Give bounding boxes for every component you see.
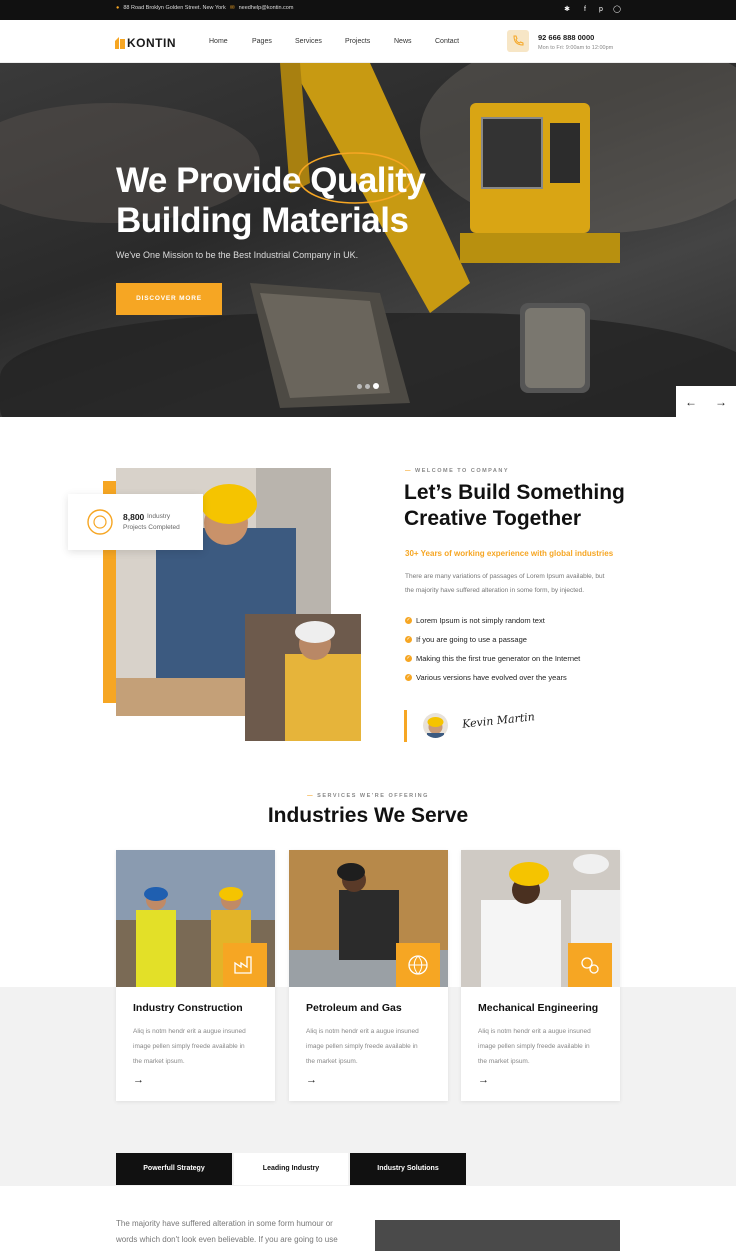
arrow-right-icon[interactable]: → [133, 1074, 144, 1086]
check-icon: ✓ [405, 655, 412, 662]
nav-link-pages[interactable]: Pages [252, 38, 272, 45]
feature-item: ✓ Lorem Ipsum is not simply random text [405, 616, 545, 625]
about-tag: — WELCOME TO COMPANY [405, 468, 510, 474]
service-card[interactable]: Industry Construction Aliq is notm hendr… [116, 850, 275, 1101]
factory-icon [223, 943, 267, 987]
services-heading: Industries We Serve [267, 804, 469, 827]
service-title[interactable]: Petroleum and Gas [306, 1002, 402, 1014]
globe-icon [396, 943, 440, 987]
nav-link-home[interactable]: Home [209, 38, 228, 45]
main-navigation: KONTIN Home Pages Services Projects News… [0, 20, 736, 63]
about-heading: Let’s Build Something Creative Together [404, 480, 625, 532]
tab-content-image [375, 1220, 620, 1251]
avatar [423, 713, 448, 738]
address-text: 88 Road Broklyn Golden Street. New York [123, 5, 226, 11]
service-description: Aliq is notm hendr erit a augue insuned i… [133, 1028, 246, 1065]
check-icon: ✓ [405, 617, 412, 624]
slider-dot-3-active[interactable] [373, 383, 379, 389]
signature-bar [404, 710, 407, 742]
top-bar: ● 88 Road Broklyn Golden Street. New Yor… [0, 0, 736, 20]
service-card[interactable]: Petroleum and Gas Aliq is notm hendr eri… [289, 850, 448, 1101]
logo-text: KONTIN [127, 36, 176, 50]
nav-link-news[interactable]: News [394, 38, 412, 45]
arrow-right-icon[interactable]: → [478, 1074, 489, 1086]
check-icon: ✓ [405, 674, 412, 681]
tab-leading-industry[interactable]: Leading Industry [234, 1153, 348, 1185]
hero-subtitle: We've One Mission to be the Best Industr… [116, 250, 359, 260]
site-logo[interactable]: KONTIN [115, 36, 176, 50]
check-icon: ✓ [405, 636, 412, 643]
feature-item: ✓ If you are going to use a passage [405, 635, 527, 644]
slider-dot-1[interactable] [357, 384, 362, 389]
arrow-right-icon[interactable]: → [306, 1074, 317, 1086]
feature-text: If you are going to use a passage [416, 635, 527, 644]
map-pin-icon: ● [116, 5, 120, 11]
services-tag-text: SERVICES WE’RE OFFERING [317, 793, 429, 799]
address-info: ● 88 Road Broklyn Golden Street. New Yor… [116, 5, 226, 11]
building-logo-icon [115, 37, 125, 49]
service-description: Aliq is notm hendr erit a augue insuned i… [306, 1028, 419, 1065]
service-title[interactable]: Mechanical Engineering [478, 1002, 598, 1014]
email-info[interactable]: ✉ needhelp@kontin.com [230, 5, 293, 11]
about-paragraph: There are many variations of passages of… [405, 570, 604, 598]
tab-powerfull-strategy[interactable]: Powerfull Strategy [116, 1153, 232, 1185]
envelope-icon: ✉ [230, 5, 235, 11]
service-title[interactable]: Industry Construction [133, 1002, 243, 1014]
about-heading-line2: Creative Together [404, 507, 581, 530]
hero-title: We Provide Quality Building Materials [116, 161, 426, 241]
feature-text: Lorem Ipsum is not simply random text [416, 616, 545, 625]
twitter-icon[interactable]: ✱ [562, 5, 572, 15]
tab-text-line1: The majority have suffered alteration in… [116, 1219, 333, 1228]
phone-number[interactable]: 92 666 888 0000 [538, 33, 594, 42]
service-description: Aliq is notm hendr erit a augue insuned i… [478, 1028, 591, 1065]
slider-arrows: ← → [676, 386, 736, 417]
feature-text: Various versions have evolved over the y… [416, 673, 567, 682]
about-paragraph-line1: There are many variations of passages of… [405, 573, 605, 580]
stat-label-b: Projects Completed [123, 524, 180, 531]
office-hours: Mon to Fri: 9:00am to 12:00pm [538, 45, 614, 51]
about-heading-line1: Let’s Build Something [404, 481, 625, 504]
feature-item: ✓ Various versions have evolved over the … [405, 673, 567, 682]
hero-title-part1: We Provide [116, 161, 301, 200]
nav-link-contact[interactable]: Contact [435, 38, 459, 45]
arrow-left-icon[interactable]: ← [685, 395, 697, 409]
gears-icon [568, 943, 612, 987]
hero-title-highlight: Quality [310, 161, 426, 200]
pinterest-icon[interactable]: p [596, 5, 606, 15]
instagram-icon[interactable]: ◯ [612, 5, 622, 15]
hero-title-line2: Building Materials [116, 201, 409, 240]
email-text[interactable]: needhelp@kontin.com [239, 5, 294, 11]
service-card[interactable]: Mechanical Engineering Aliq is notm hend… [461, 850, 620, 1101]
signature: Kevin Martin [461, 710, 536, 731]
discover-more-button[interactable]: DISCOVER MORE [116, 283, 222, 315]
about-paragraph-line2: the majority have suffered alteration in… [405, 587, 585, 594]
coins-icon [87, 509, 113, 535]
slider-dot-2[interactable] [365, 384, 370, 389]
tab-text-line2: words which don't look even believable. … [116, 1235, 338, 1244]
feature-item: ✓ Making this the first true generator on… [405, 654, 580, 663]
phone-icon[interactable] [507, 30, 529, 52]
feature-text: Making this the first true generator on … [416, 654, 581, 663]
nav-link-projects[interactable]: Projects [345, 38, 370, 45]
tab-content-text: The majority have suffered alteration in… [116, 1216, 338, 1248]
stat-card: 8,800 Industry Projects Completed [68, 494, 203, 550]
arrow-right-icon[interactable]: → [715, 395, 727, 409]
hero-slider: We Provide Quality Building Materials We… [0, 63, 736, 417]
about-tag-text: WELCOME TO COMPANY [415, 468, 510, 474]
tab-industry-solutions[interactable]: Industry Solutions [350, 1153, 466, 1185]
stat-label-a: Industry [147, 513, 171, 520]
stat-number: 8,800 [123, 512, 145, 522]
worker-photo-small [245, 614, 361, 741]
facebook-icon[interactable]: f [580, 5, 590, 15]
nav-link-services[interactable]: Services [295, 38, 322, 45]
about-highlight: 30+ Years of working experience with glo… [405, 549, 614, 558]
services-tag: — SERVICES WE’RE OFFERING [307, 793, 429, 799]
